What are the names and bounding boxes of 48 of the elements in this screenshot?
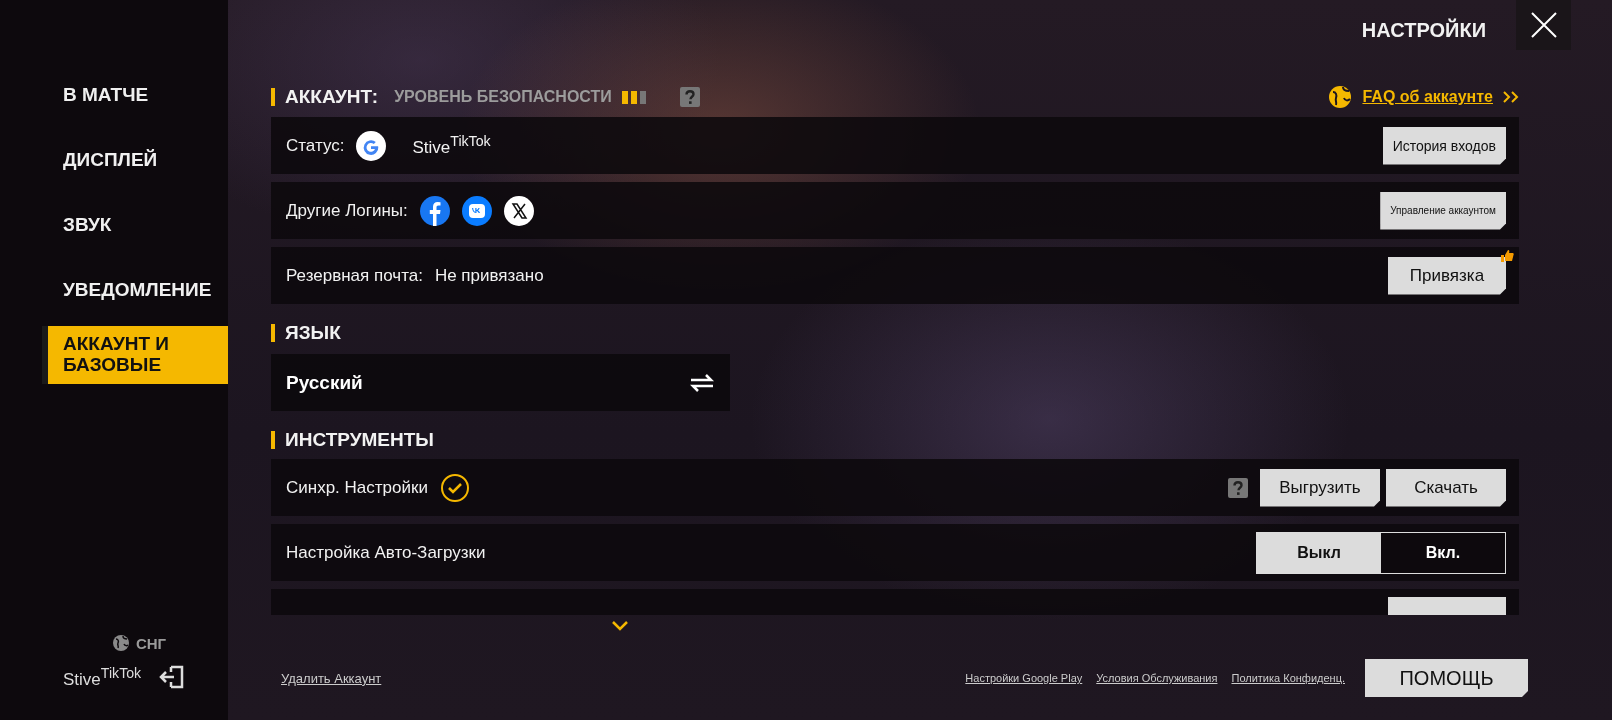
page-title: НАСТРОЙКИ <box>1361 18 1486 42</box>
region-label: СНГ <box>135 634 167 652</box>
globe-icon <box>1328 85 1353 109</box>
language-selector[interactable]: Русский <box>271 354 730 411</box>
help-icon[interactable] <box>679 87 700 107</box>
setting-label: Статус: <box>286 135 345 156</box>
footer-link[interactable]: Настройки Google Play <box>965 672 1083 684</box>
double-chevron-icon <box>1503 91 1519 103</box>
thumbs-up-icon <box>1500 248 1514 263</box>
security-level-label: УРОВЕНЬ БЕЗОПАСНОСТИ <box>394 88 612 106</box>
sidebar-item[interactable]: ЗВУК <box>42 196 228 254</box>
logout-icon[interactable] <box>159 664 186 690</box>
check-icon[interactable] <box>439 472 470 503</box>
account-name: Stive$^{TikTok}$ <box>412 133 491 158</box>
sidebar-item[interactable]: АККАУНТ И БАЗОВЫЕ <box>42 326 228 384</box>
setting-label: Резервная почта: <box>286 265 423 286</box>
sidebar-item[interactable]: В МАТЧЕ <box>42 66 228 124</box>
action-button[interactable]: Выгрузить <box>1260 468 1380 507</box>
action-button[interactable]: История входов <box>1382 126 1506 165</box>
close-button[interactable] <box>1516 0 1571 50</box>
footer-link[interactable]: Условия Обслуживания <box>1096 672 1218 684</box>
close-icon <box>1529 11 1558 39</box>
footer-link[interactable]: Политика Конфиденц. <box>1231 672 1345 684</box>
email-status: Не привязано <box>434 265 544 286</box>
section-title: АККАУНТ: <box>285 86 379 108</box>
sidebar-item[interactable]: УВЕДОМЛЕНИЕ <box>42 261 228 319</box>
setting-label: Другие Логины: <box>286 200 408 221</box>
facebook-icon[interactable] <box>419 195 450 226</box>
globe-icon <box>111 634 130 652</box>
setting-label: Настройка Авто-Загрузки <box>286 542 486 563</box>
section-title: ИНСТРУМЕНТЫ <box>285 429 434 451</box>
vk-icon[interactable] <box>461 195 492 226</box>
chevron-down-icon[interactable] <box>611 620 629 632</box>
google-icon <box>356 130 387 161</box>
help-button[interactable]: ПОМОЩЬ <box>1365 659 1528 697</box>
action-button[interactable]: Управление аккаунтом <box>1380 191 1506 230</box>
username: Stive$^{TikTok}$ <box>63 664 142 690</box>
section-title: ЯЗЫК <box>285 322 341 344</box>
swap-icon <box>689 372 715 393</box>
sidebar-item[interactable]: ДИСПЛЕЙ <box>42 131 228 189</box>
action-button[interactable]: Привязка <box>1388 256 1506 295</box>
x-icon[interactable] <box>503 195 534 226</box>
setting-label: Синхр. Настройки <box>286 477 428 498</box>
toggle-option[interactable]: Выкл <box>1257 532 1381 573</box>
faq-link[interactable]: FAQ об аккаунте <box>1362 88 1493 106</box>
delete-account-link[interactable]: Удалить Аккаунт <box>281 670 382 686</box>
action-button[interactable]: Скачать <box>1386 468 1506 507</box>
help-icon[interactable] <box>1228 477 1248 498</box>
